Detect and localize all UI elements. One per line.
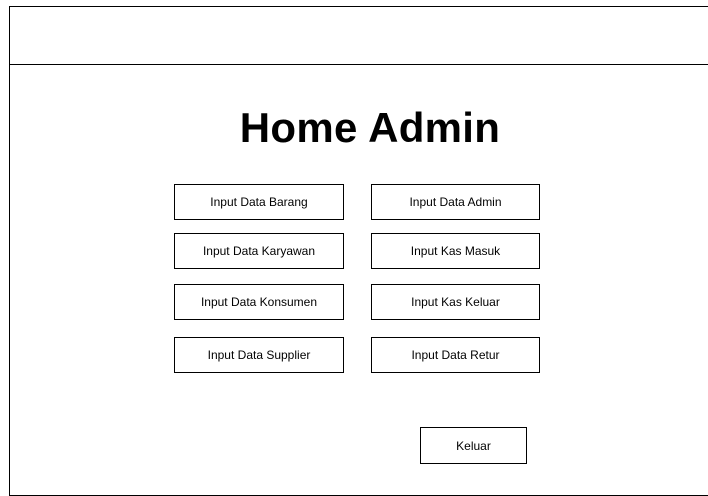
input-kas-masuk-button[interactable]: Input Kas Masuk <box>371 233 540 269</box>
input-data-barang-button[interactable]: Input Data Barang <box>174 184 344 220</box>
input-data-retur-button[interactable]: Input Data Retur <box>371 337 540 373</box>
input-data-konsumen-button[interactable]: Input Data Konsumen <box>174 284 344 320</box>
input-kas-keluar-button[interactable]: Input Kas Keluar <box>371 284 540 320</box>
input-data-supplier-button[interactable]: Input Data Supplier <box>174 337 344 373</box>
input-data-admin-button[interactable]: Input Data Admin <box>371 184 540 220</box>
page-title: Home Admin <box>239 104 501 151</box>
header-bar <box>10 7 708 65</box>
logout-button[interactable]: Keluar <box>420 427 527 464</box>
app-window <box>9 6 708 496</box>
input-data-karyawan-button[interactable]: Input Data Karyawan <box>174 233 344 269</box>
